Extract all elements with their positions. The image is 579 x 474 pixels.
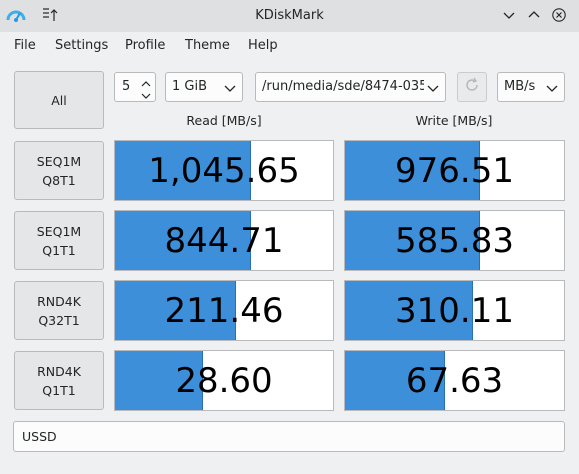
read-result: 844.71 [114,210,334,271]
write-result: 310.11 [344,280,565,341]
menu-theme[interactable]: Theme [185,38,230,53]
menu-bar: File Settings Profile Theme Help [0,32,579,58]
read-value: 28.60 [175,361,273,401]
menu-profile[interactable]: Profile [125,38,165,53]
runs-value: 5 [122,79,131,94]
test-label-line1: RND4K [37,293,81,309]
runs-spinbox[interactable]: 5 [114,72,156,102]
window-title: KDiskMark [255,8,324,23]
test-label-line1: SEQ1M [36,223,82,239]
menu-settings[interactable]: Settings [55,38,108,53]
read-result: 211.46 [114,280,334,341]
unit-value: MB/s [504,79,536,94]
write-header: Write [MB/s] [415,113,493,128]
write-value: 976.51 [395,151,514,191]
write-result: 976.51 [344,140,565,201]
read-value: 1,045.65 [148,151,300,191]
title-bar: KDiskMark [0,0,579,32]
unit-select[interactable]: MB/s [497,72,565,102]
menu-file[interactable]: File [14,38,36,53]
test-label-line2: Q1T1 [42,242,76,258]
test-button-rnd4k-q32t1[interactable]: RND4K Q32T1 [14,281,104,340]
test-label-line1: SEQ1M [36,153,82,169]
test-label-line2: Q1T1 [42,382,76,398]
all-button[interactable]: All [14,71,104,129]
spin-down-icon[interactable] [141,89,151,104]
refresh-button[interactable] [457,72,487,102]
close-icon[interactable] [552,8,566,26]
chevron-down-icon [427,82,439,97]
read-result: 1,045.65 [114,140,334,201]
read-result: 28.60 [114,350,334,411]
chevron-down-icon [546,82,558,97]
test-label-line1: RND4K [37,363,81,379]
size-value: 1 GiB [172,79,208,94]
minimize-icon[interactable] [502,8,516,26]
write-value: 585.83 [395,221,514,261]
chevron-down-icon [224,82,236,97]
target-path-select[interactable]: /run/media/sde/8474-0356 [255,72,446,102]
test-button-seq1m-q1t1[interactable]: SEQ1M Q1T1 [14,211,104,270]
maximize-icon[interactable] [527,8,541,26]
target-path-value: /run/media/sde/8474-0356 [262,79,424,94]
read-header: Read [MB/s] [186,113,262,128]
write-result: 585.83 [344,210,565,271]
write-value: 310.11 [395,291,514,331]
test-button-seq1m-q8t1[interactable]: SEQ1M Q8T1 [14,141,104,200]
test-label-line2: Q32T1 [38,312,80,328]
read-value: 844.71 [164,221,284,261]
read-value: 211.46 [164,291,284,331]
size-select[interactable]: 1 GiB [165,72,243,102]
write-value: 67.63 [405,361,504,401]
all-button-label: All [51,92,67,108]
test-button-rnd4k-q1t1[interactable]: RND4K Q1T1 [14,351,104,410]
comment-value: USSD [22,429,57,444]
test-label-line2: Q8T1 [42,172,76,188]
menu-help[interactable]: Help [248,38,278,53]
write-result: 67.63 [344,350,565,411]
refresh-icon [464,77,480,98]
comment-field[interactable]: USSD [13,421,565,452]
